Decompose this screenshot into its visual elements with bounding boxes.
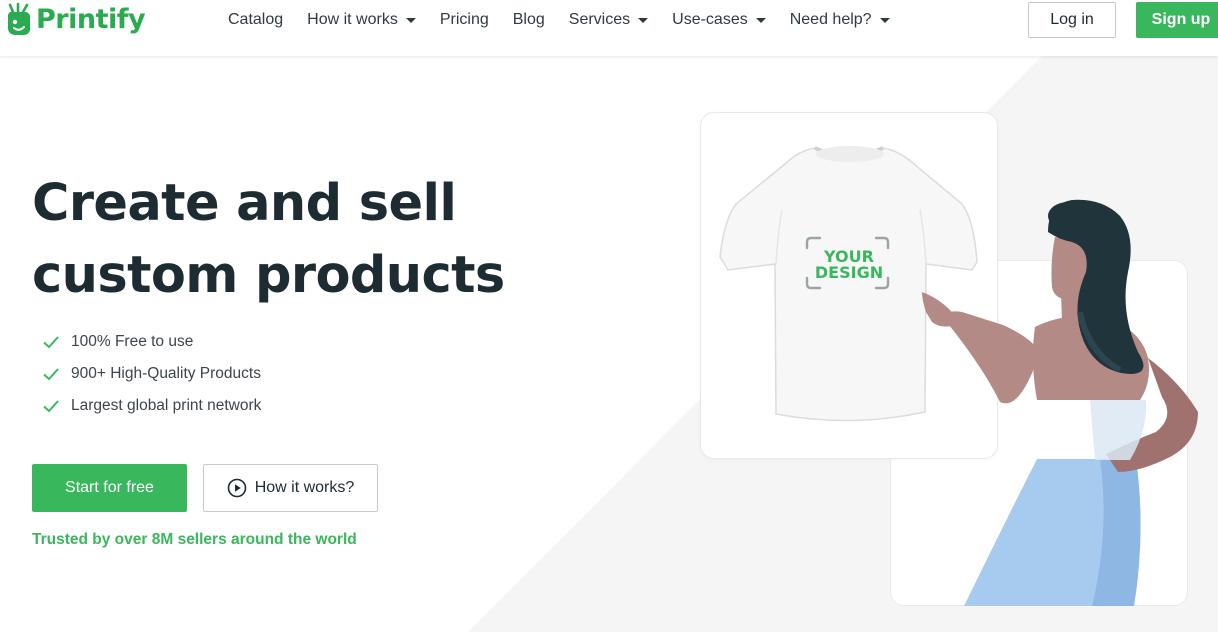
nav-how-it-works[interactable]: How it works: [307, 11, 416, 29]
nav-blog[interactable]: Blog: [513, 11, 545, 29]
nav-use-cases[interactable]: Use-cases: [672, 11, 766, 29]
chevron-down-icon: [405, 17, 416, 23]
top-navbar: Printify Catalog How it works Pricing Bl…: [0, 0, 1218, 56]
logo[interactable]: Printify: [6, 2, 146, 36]
feature-item: Largest global print network: [42, 390, 261, 422]
check-icon: [43, 368, 59, 381]
headline-line-2: custom products: [32, 246, 505, 305]
nav-services[interactable]: Services: [569, 11, 649, 29]
start-for-free-button[interactable]: Start for free: [32, 464, 187, 512]
signup-button[interactable]: Sign up: [1136, 2, 1218, 38]
chevron-down-icon: [638, 17, 649, 23]
chevron-down-icon: [879, 17, 890, 23]
chevron-down-icon: [755, 17, 766, 23]
trusted-text: Trusted by over 8M sellers around the wo…: [32, 531, 357, 548]
login-button[interactable]: Log in: [1028, 2, 1116, 38]
check-icon: [43, 400, 59, 413]
main-nav: Catalog How it works Pricing Blog Servic…: [228, 0, 914, 40]
check-icon: [43, 336, 59, 349]
nav-pricing[interactable]: Pricing: [440, 11, 489, 29]
feature-item: 900+ High-Quality Products: [42, 358, 261, 390]
tshirt-image: [719, 146, 978, 422]
headline-line-1: Create and sell: [32, 174, 457, 233]
design-text-line-2: DESIGN: [815, 263, 883, 282]
printify-logo-icon: [8, 2, 30, 36]
nav-need-help[interactable]: Need help?: [790, 11, 890, 29]
feature-list: 100% Free to use 900+ High-Quality Produ…: [42, 326, 261, 422]
hero-headline: Create and sell custom products: [32, 168, 552, 312]
logo-text: Printify: [36, 3, 146, 35]
feature-item: 100% Free to use: [42, 326, 261, 358]
hero-illustration: YOUR DESIGN: [719, 146, 1198, 606]
play-circle-icon: [227, 478, 247, 498]
how-it-works-button[interactable]: How it works?: [203, 464, 378, 512]
nav-catalog[interactable]: Catalog: [228, 11, 283, 29]
